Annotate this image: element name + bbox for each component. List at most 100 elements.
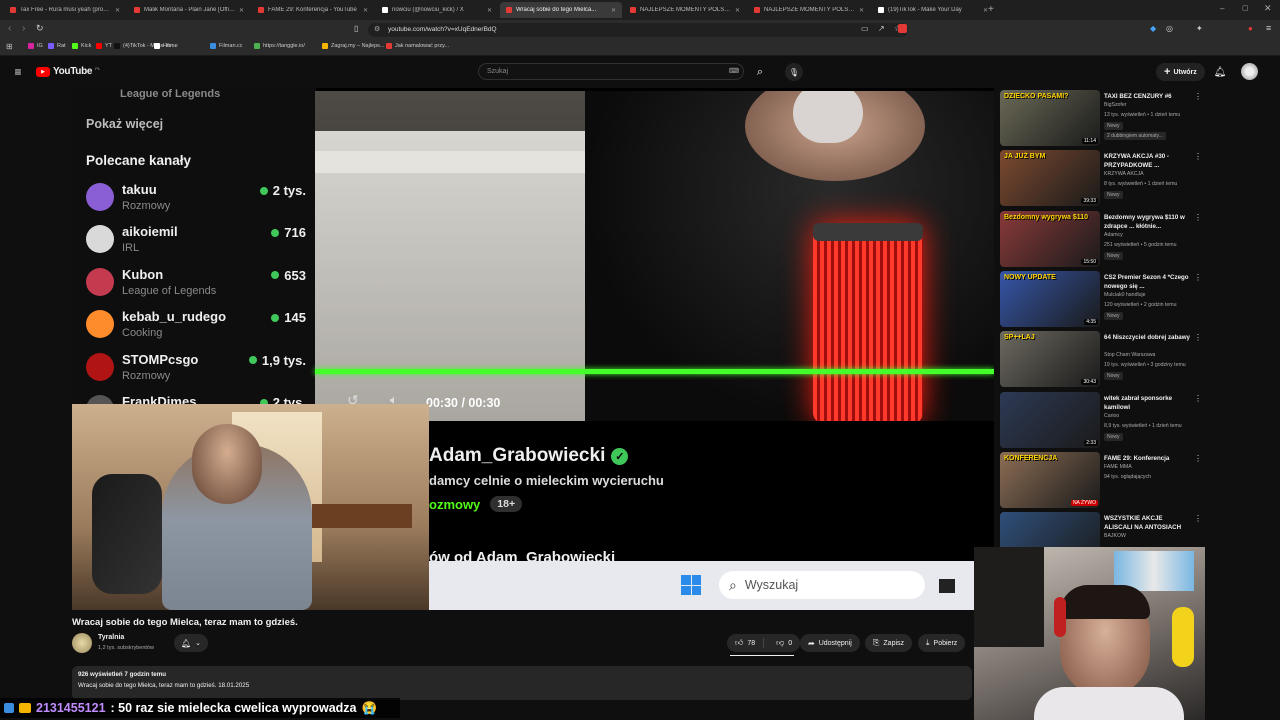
tab-close-icon[interactable]: ✕	[115, 7, 120, 14]
recommended-channel[interactable]: STOMPcsgo Rozmowy 1,9 tys.	[86, 350, 306, 392]
browser-tab[interactable]: Malik Montana - Plain Jane [Official ...…	[128, 2, 250, 18]
video-thumbnail[interactable]: Bezdomny wygrywa $110 15:50	[1000, 210, 1100, 267]
cast-icon[interactable]: ▭	[861, 24, 869, 33]
browser-tab[interactable]: (19)TikTok - Make Your Day ✕	[872, 2, 994, 18]
channel-avatar[interactable]	[72, 633, 92, 653]
video-thumbnail[interactable]: KONFERENCJA NA ŻYWO	[1000, 451, 1100, 508]
show-more-link[interactable]: Pokaż więcej	[86, 117, 163, 131]
more-options-icon[interactable]: ⋮	[1194, 514, 1202, 523]
more-options-icon[interactable]: ⋮	[1194, 333, 1202, 342]
bookmark-icon[interactable]: ▯	[354, 24, 358, 33]
avatar[interactable]	[1241, 63, 1258, 80]
recommended-video[interactable]: DZIECKO PASAMI? 11:14 TAXI BEZ CENZURY #6 B…	[998, 88, 1202, 146]
video-thumbnail[interactable]: DZIECKO PASAMI? 11:14	[1000, 90, 1100, 146]
browser-tab[interactable]: NAJLEPSZE MOMENTY POLSKIEGO ... ✕	[748, 2, 870, 18]
taskbar-search-input[interactable]: ⌕ Wyszukaj	[719, 571, 925, 599]
more-options-icon[interactable]: ⋮	[1194, 273, 1202, 282]
recommended-video[interactable]: JA JUŻ BYM 39:33 KRZYWA AKCJA #30 - PRZYPA…	[998, 148, 1202, 207]
bookmark-item[interactable]: https://tanggle.io/	[254, 43, 305, 49]
windows-start-icon[interactable]	[681, 575, 701, 595]
bookmark-item[interactable]: Rat	[48, 43, 66, 49]
video-channel[interactable]: Mulciak0 handluje	[1104, 292, 1146, 298]
youtube-logo[interactable]: ▶ YouTube PL	[36, 66, 100, 77]
more-options-icon[interactable]: ⋮	[1194, 394, 1202, 403]
recommended-channel[interactable]: aikoiemil IRL 716	[86, 222, 306, 264]
video-channel[interactable]: KRZYWA AKCJA	[1104, 171, 1144, 177]
stream-category[interactable]: ozmowy	[429, 497, 480, 512]
like-button[interactable]: 👍︎ 78	[727, 638, 765, 648]
more-options-icon[interactable]: ⋮	[1194, 152, 1202, 161]
tab-close-icon[interactable]: ✕	[735, 7, 740, 14]
video-channel[interactable]: BAJKOW	[1104, 533, 1126, 539]
tab-close-icon[interactable]: ✕	[611, 7, 616, 14]
site-info-icon[interactable]: ⚙	[374, 23, 380, 37]
browser-menu-icon[interactable]: ≡	[1266, 23, 1271, 33]
share-page-icon[interactable]: ↗	[878, 24, 885, 33]
recommended-channel[interactable]: Kubon League of Legends 653	[86, 265, 306, 307]
stream-progress-bar[interactable]	[315, 369, 994, 374]
create-button[interactable]: + Utwórz	[1156, 63, 1205, 81]
recommended-video[interactable]: SP++LAJ 30:43 64 Niszczyciel dobrej zabawy…	[998, 329, 1202, 388]
download-button[interactable]: ⤓ Pobierz	[918, 634, 966, 652]
video-title[interactable]: Bezdomny wygrywa $110 w zdrapce ... kłót…	[1104, 213, 1192, 231]
notifications-icon[interactable]: 🔔︎	[1212, 64, 1228, 80]
taskbar-app-icon[interactable]	[939, 579, 955, 593]
dislike-button[interactable]: 👎︎ 0	[768, 638, 800, 648]
video-player[interactable]: League of Legends Pokaż więcej Polecane …	[72, 88, 994, 610]
puzzle-icon[interactable]: ✦	[1196, 24, 1203, 33]
video-title[interactable]: 64 Niszczyciel dobrej zabawy	[1104, 333, 1192, 342]
bookmark-item[interactable]: Home	[154, 43, 178, 49]
bookmark-item[interactable]: Kick	[72, 43, 91, 49]
browser-tab[interactable]: FAME 29: Konferencja - YouTube ✕	[252, 2, 374, 18]
video-title[interactable]: TAXI BEZ CENZURY #6	[1104, 92, 1192, 101]
video-title[interactable]: witek zabrał sponsorke kamilowi	[1104, 394, 1192, 412]
browser-tab[interactable]: NAJLEPSZE MOMENTY POLSKIEGO ... ✕	[624, 2, 746, 18]
video-title[interactable]: CS2 Premier Sezon 4 *Czego nowego się ..…	[1104, 273, 1192, 291]
profile-icon[interactable]: ●	[1248, 24, 1253, 33]
recommended-video[interactable]: KONFERENCJA NA ŻYWO FAME 29: Konferencja FA…	[998, 450, 1202, 508]
video-channel[interactable]: FAME MMA	[1104, 464, 1132, 470]
video-title[interactable]: FAME 29: Konferencja	[1104, 454, 1192, 463]
share-button[interactable]: ➦ Udostępnij	[800, 634, 860, 652]
recommended-channel[interactable]: takuu Rozmowy 2 tys.	[86, 180, 306, 222]
bookmark-item[interactable]: Zagraj.my – Najleps...	[322, 43, 385, 49]
more-options-icon[interactable]: ⋮	[1194, 213, 1202, 222]
channel-name[interactable]: Tyralnia	[98, 634, 124, 641]
minimize-icon[interactable]: –	[1220, 4, 1224, 13]
recommended-video[interactable]: NOWY UPDATE 4:35 CS2 Premier Sezon 4 *Czeg…	[998, 269, 1202, 327]
bookmark-item[interactable]: YT	[96, 43, 112, 49]
extension-red-icon[interactable]	[898, 24, 907, 33]
close-window-icon[interactable]: ✕	[1264, 3, 1272, 14]
forward-icon[interactable]: ›	[22, 23, 25, 34]
recommended-video[interactable]: Bezdomny wygrywa $110 15:50 Bezdomny wygry…	[998, 209, 1202, 267]
video-channel[interactable]: Stop Cham Warszawa	[1104, 352, 1155, 358]
keyboard-icon[interactable]: ⌨	[729, 64, 739, 79]
vpn-icon[interactable]: ◎	[1166, 24, 1173, 33]
bookmark-item[interactable]: IG	[28, 43, 43, 49]
save-button[interactable]: ⎘ Zapisz	[865, 634, 913, 652]
address-field[interactable]: ⚙ youtube.com/watch?v=xUqEdnerBdQ	[368, 23, 908, 37]
more-options-icon[interactable]: ⋮	[1194, 454, 1202, 463]
more-options-icon[interactable]: ⋮	[1194, 92, 1202, 101]
reload-icon[interactable]: ↻	[36, 23, 44, 34]
video-thumbnail[interactable]: 2:33	[1000, 391, 1100, 448]
video-channel[interactable]: Adamcy	[1104, 232, 1123, 238]
video-title[interactable]: KRZYWA AKCJA #30 - PRZYPADKOWE ...	[1104, 152, 1192, 170]
browser-tab[interactable]: Tax Free - Rura musi yeah (prod. CL... ✕	[4, 2, 126, 18]
tab-close-icon[interactable]: ✕	[363, 7, 368, 14]
search-icon[interactable]: ⌕	[752, 64, 768, 80]
browser-tab[interactable]: nowciu (@nowciu_kick) / X ✕	[376, 2, 498, 18]
video-thumbnail[interactable]: NOWY UPDATE 4:35	[1000, 270, 1100, 327]
apps-grid-icon[interactable]: ⊞	[6, 42, 13, 51]
bookmark-item[interactable]: Filman.cc	[210, 43, 243, 49]
recommended-channel[interactable]: kebab_u_rudego Cooking 145	[86, 307, 306, 349]
new-tab-icon[interactable]: +	[988, 4, 994, 15]
video-title[interactable]: WSZYSTKIE AKCJE ALISCALI NA ANTOSIACH	[1104, 514, 1192, 532]
video-channel[interactable]: BigSzofer	[1104, 102, 1127, 108]
tab-close-icon[interactable]: ✕	[859, 7, 864, 14]
extensions-icon[interactable]: ◆	[1150, 24, 1156, 33]
description-box[interactable]: 926 wyświetleń 7 godzin temu Wracaj sobi…	[72, 666, 972, 700]
video-thumbnail[interactable]: JA JUŻ BYM 39:33	[1000, 150, 1100, 207]
streamer-name[interactable]: Adam_Grabowiecki	[429, 445, 605, 467]
recommended-video[interactable]: 2:33 witek zabrał sponsorke kamilowi Cario…	[998, 390, 1202, 448]
